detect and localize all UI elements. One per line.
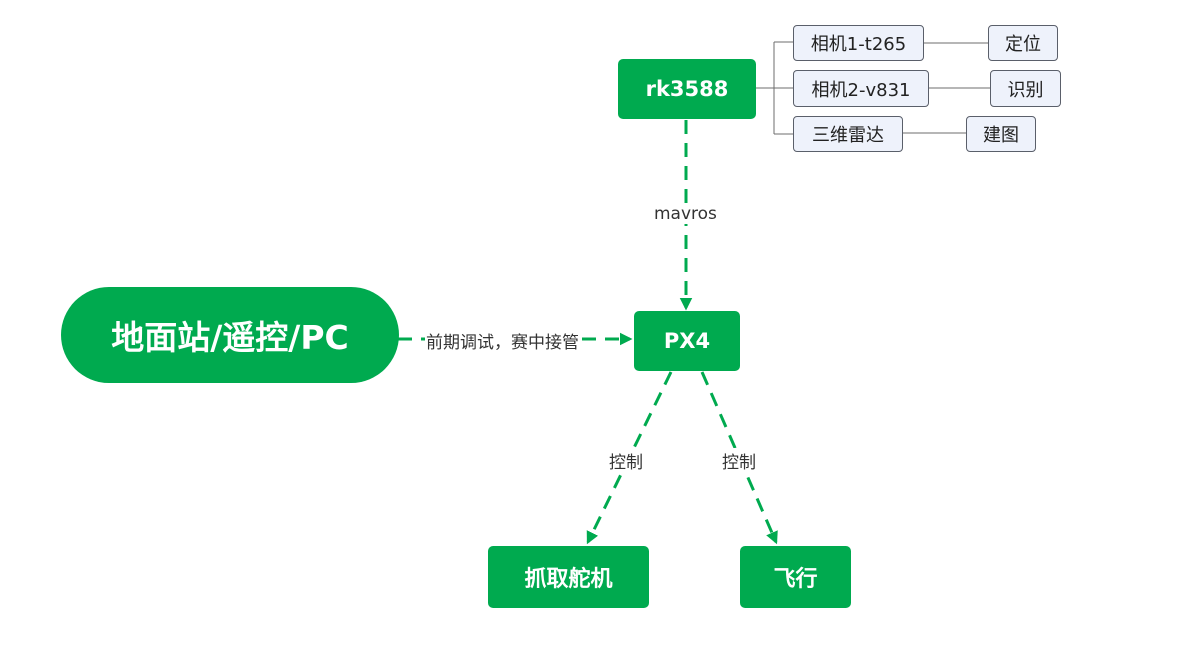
node-ground-station[interactable]: 地面站/遥控/PC xyxy=(61,287,399,383)
sensor-bracket-line xyxy=(756,41,793,135)
edge-label-control-fly: 控制 xyxy=(721,448,757,473)
node-flight[interactable]: 飞行 xyxy=(740,546,851,608)
node-role-localization[interactable]: 定位 xyxy=(988,25,1058,61)
edge-label-mavros: mavros xyxy=(653,204,718,224)
node-grab-servo[interactable]: 抓取舵机 xyxy=(488,546,649,608)
node-rk3588[interactable]: rk3588 xyxy=(618,59,756,119)
node-role-recognition[interactable]: 识别 xyxy=(990,70,1061,107)
node-sensor-camera2[interactable]: 相机2-v831 xyxy=(793,70,929,107)
edge-label-control-grab: 控制 xyxy=(608,448,644,473)
node-role-mapping[interactable]: 建图 xyxy=(966,116,1036,152)
mind-map-canvas: mavros 前期调试，赛中接管 控制 控制 地面站/遥控/PC rk3588 … xyxy=(0,0,1193,665)
node-px4[interactable]: PX4 xyxy=(634,311,740,371)
node-sensor-camera1[interactable]: 相机1-t265 xyxy=(793,25,924,61)
node-sensor-lidar[interactable]: 三维雷达 xyxy=(793,116,903,152)
edge-label-ground: 前期调试，赛中接管 xyxy=(425,328,580,353)
